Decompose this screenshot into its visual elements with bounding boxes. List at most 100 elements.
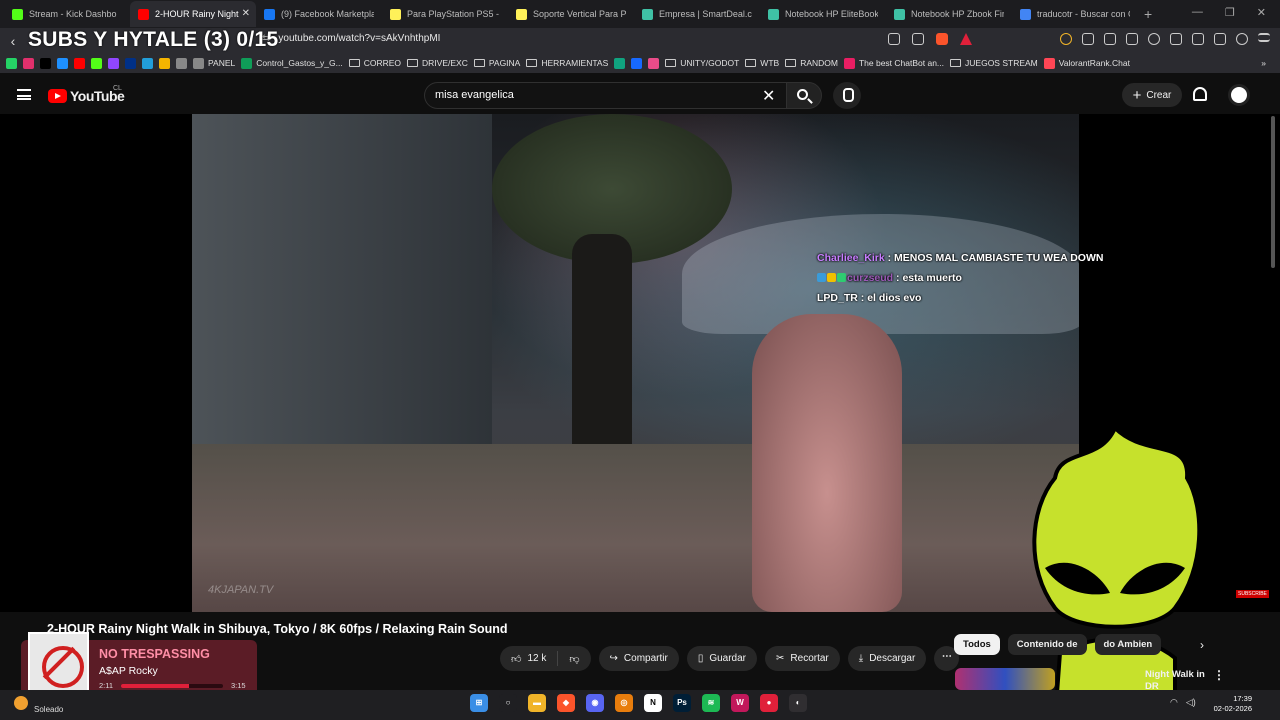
notion-taskbar-icon[interactable]: N bbox=[644, 694, 662, 712]
like-button[interactable]: 👍︎ 12 k bbox=[500, 651, 559, 666]
taskbar-clock[interactable]: 17:39 02-02-2026 bbox=[1206, 694, 1252, 714]
discord-taskbar-icon[interactable]: ◉ bbox=[586, 694, 604, 712]
extension-icon[interactable] bbox=[1082, 33, 1094, 45]
browser-tab[interactable]: Soporte Vertical Para Play bbox=[508, 1, 634, 27]
maximize-button[interactable]: ❐ bbox=[1225, 6, 1235, 19]
video-frame[interactable]: 4KJAPAN.TV bbox=[192, 114, 1079, 612]
bookmark-item[interactable]: PANEL bbox=[193, 57, 235, 69]
brave-taskbar-icon[interactable]: ◆ bbox=[557, 694, 575, 712]
close-window-button[interactable]: ✕ bbox=[1257, 6, 1266, 19]
bookmark-folder[interactable]: WTB bbox=[745, 58, 779, 68]
url-field[interactable]: ⇆ youtube.com/watch?v=sAkVnhthpMI bbox=[262, 33, 440, 44]
tab-label: 2-HOUR Rainy Night bbox=[155, 9, 239, 19]
dislike-button[interactable]: 👎︎ bbox=[558, 653, 590, 665]
bookmark-item[interactable] bbox=[159, 57, 170, 69]
browser-tab[interactable]: Stream - Kick Dashbo bbox=[4, 1, 130, 27]
obs-taskbar-icon[interactable]: ◐ bbox=[789, 694, 807, 712]
bookmark-folder[interactable]: CORREO bbox=[348, 58, 401, 68]
minimize-button[interactable]: — bbox=[1192, 6, 1203, 19]
bookmark-item[interactable] bbox=[648, 57, 660, 69]
bookmark-item[interactable] bbox=[614, 57, 626, 69]
bookmark-item[interactable]: The best ChatBot an... bbox=[843, 57, 944, 69]
more-bookmarks-icon[interactable]: » bbox=[1261, 58, 1266, 68]
bookmark-folder[interactable]: DRIVE/EXC bbox=[407, 58, 468, 68]
clear-search-icon[interactable]: ✕ bbox=[762, 86, 775, 106]
extension-icon[interactable] bbox=[1126, 33, 1138, 45]
chip-ambient[interactable]: do Ambien bbox=[1094, 634, 1162, 655]
extension-icon[interactable] bbox=[1104, 33, 1116, 45]
bookmark-item[interactable] bbox=[125, 57, 136, 69]
browser-tab[interactable]: traducotr - Buscar con Go bbox=[1012, 1, 1138, 27]
share-icon[interactable] bbox=[912, 33, 924, 45]
page-scrollbar[interactable] bbox=[1271, 116, 1275, 268]
notifications-bell-icon[interactable] bbox=[1193, 87, 1207, 101]
bookmark-item[interactable] bbox=[108, 57, 119, 69]
app-red-taskbar-icon[interactable]: ● bbox=[760, 694, 778, 712]
chevron-right-icon[interactable]: › bbox=[1200, 638, 1204, 652]
vpn-icon[interactable] bbox=[1236, 33, 1248, 45]
sidebar-icon[interactable] bbox=[1170, 33, 1182, 45]
bookmark-favicon-icon bbox=[1043, 57, 1055, 69]
clip-button[interactable]: ✂ Recortar bbox=[765, 646, 840, 671]
bookmark-item[interactable] bbox=[142, 57, 153, 69]
bookmark-item[interactable] bbox=[631, 57, 643, 69]
bookmark-folder[interactable]: JUEGOS STREAM bbox=[950, 58, 1038, 68]
browser-tab[interactable]: (9) Facebook Marketplace bbox=[256, 1, 382, 27]
menu-icon[interactable] bbox=[1258, 33, 1270, 42]
photoshop-taskbar-icon[interactable]: Ps bbox=[673, 694, 691, 712]
bookmark-item[interactable] bbox=[176, 57, 187, 69]
avatar[interactable] bbox=[1228, 84, 1250, 106]
browser-tab[interactable]: Notebook HP Zbook Fire bbox=[886, 1, 1012, 27]
bookmark-item[interactable] bbox=[57, 57, 68, 69]
chip-content[interactable]: Contenido de bbox=[1007, 634, 1087, 655]
browser-tab[interactable]: Para PlayStation PS5 - Pla bbox=[382, 1, 508, 27]
cast-icon[interactable] bbox=[888, 33, 900, 45]
tab-favicon-icon bbox=[12, 8, 23, 20]
start-taskbar-icon[interactable]: ⊞ bbox=[470, 694, 488, 712]
window-controls: — ❐ ✕ bbox=[1178, 0, 1280, 25]
bookmark-item[interactable] bbox=[40, 57, 51, 69]
explorer-taskbar-icon[interactable]: ▬ bbox=[528, 694, 546, 712]
bookmark-item[interactable] bbox=[91, 57, 102, 69]
spotify-taskbar-icon[interactable]: ≋ bbox=[702, 694, 720, 712]
close-tab-icon[interactable]: ✕ bbox=[242, 8, 250, 19]
bookmark-folder[interactable]: UNITY/GODOT bbox=[665, 58, 739, 68]
chip-all[interactable]: Todos bbox=[954, 634, 1000, 655]
new-tab-button[interactable]: + bbox=[1144, 6, 1152, 22]
media-icon[interactable] bbox=[1148, 33, 1160, 45]
brave-shield-icon[interactable] bbox=[936, 33, 948, 45]
search-button[interactable] bbox=[786, 82, 822, 109]
create-button[interactable]: + Crear bbox=[1122, 83, 1182, 107]
blender-taskbar-icon[interactable]: ◎ bbox=[615, 694, 633, 712]
voice-search-button[interactable] bbox=[833, 82, 861, 109]
extension-icon[interactable] bbox=[1060, 33, 1072, 45]
bookmark-item[interactable] bbox=[6, 57, 17, 69]
bookmark-folder[interactable]: PAGINA bbox=[473, 58, 520, 68]
save-button[interactable]: ▯ Guardar bbox=[686, 646, 758, 671]
recommendation-thumbnail[interactable] bbox=[955, 668, 1055, 690]
brave-rewards-icon[interactable] bbox=[960, 33, 972, 45]
wifi-icon[interactable]: ◠ bbox=[1170, 697, 1178, 708]
browser-tab[interactable]: Empresa | SmartDeal.cl bbox=[634, 1, 760, 27]
weather-text[interactable]: Soleado bbox=[34, 705, 63, 714]
leo-ai-icon[interactable] bbox=[1214, 33, 1226, 45]
bookmark-item[interactable] bbox=[23, 57, 34, 69]
search-taskbar-icon[interactable]: ○ bbox=[499, 694, 517, 712]
bookmark-folder[interactable]: HERRAMIENTAS bbox=[526, 58, 608, 68]
hamburger-menu-icon[interactable] bbox=[17, 89, 31, 100]
bookmark-item[interactable]: Control_Gastos_y_G... bbox=[241, 57, 343, 69]
download-button[interactable]: ⤓ Descargar bbox=[847, 646, 927, 671]
bookmark-item[interactable]: ValorantRank.Chat bbox=[1043, 57, 1130, 69]
bookmark-item[interactable] bbox=[74, 57, 85, 69]
back-button[interactable]: ‹ bbox=[0, 33, 26, 49]
browser-tab[interactable]: Notebook HP EliteBook 8 bbox=[760, 1, 886, 27]
share-button[interactable]: ↪ Compartir bbox=[598, 646, 679, 671]
kebab-menu-icon[interactable]: ⋮ bbox=[1213, 668, 1225, 682]
browser-tab[interactable]: 2-HOUR Rainy Night ✕ bbox=[130, 1, 256, 27]
bookmark-folder[interactable]: RANDOM bbox=[785, 58, 838, 68]
wallet-icon[interactable] bbox=[1192, 33, 1204, 45]
volume-icon[interactable]: ◁) bbox=[1186, 697, 1196, 708]
app-w-taskbar-icon[interactable]: W bbox=[731, 694, 749, 712]
sun-icon[interactable] bbox=[14, 696, 28, 710]
search-input[interactable]: misa evangelica bbox=[424, 82, 786, 109]
